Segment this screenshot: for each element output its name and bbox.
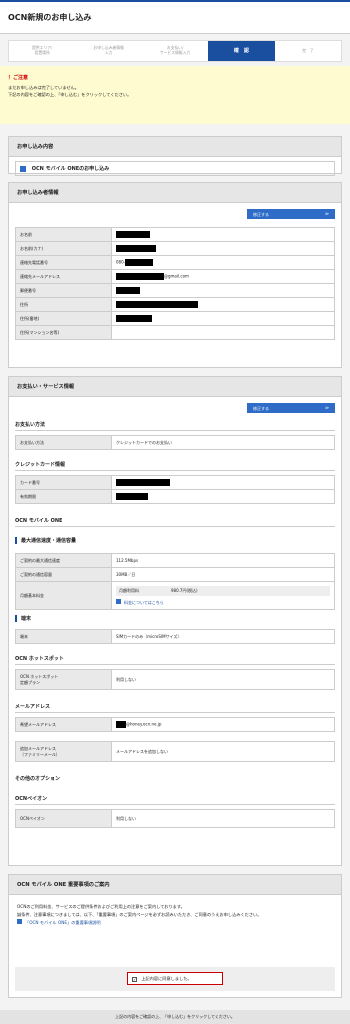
device-title: 端末: [15, 615, 335, 622]
payment-panel: お支払い・サービス情報 修正する ≫ お支払い方法 お支払い方法 クレジットカード…: [8, 376, 342, 866]
redacted-block: [116, 245, 156, 252]
hotspot-table: OCN ホットスポット 定額プラン 利用しない: [15, 669, 335, 690]
redacted-block: [116, 301, 198, 308]
redacted-block: [125, 259, 154, 266]
redacted-block: [116, 287, 140, 294]
mail-table: 希望メールアドレス @honey.ocn.ne.jp: [15, 717, 335, 732]
edit-applicant-button[interactable]: 修正する ≫: [247, 209, 335, 219]
table-row: 月額基本料金 月額利用料 980.7円(税込) 料金についてはこちら: [15, 581, 335, 610]
payon-title: OCNペイオン: [15, 795, 335, 805]
step-complete: 完 了: [302, 47, 314, 53]
redacted-block: [116, 493, 148, 500]
redacted-block: [116, 721, 126, 728]
payment-heading: お支払い・サービス情報: [9, 377, 341, 397]
edit-label: 修正する: [253, 212, 269, 217]
table-row: 連絡先電話番号 080-: [15, 255, 335, 270]
order-item: OCN モバイル ONEのお申し込み: [15, 161, 335, 176]
applicant-panel: お申し込み者情報 修正する ≫ お名前 お名前(カナ) 連絡先電話番号 080- …: [8, 182, 342, 368]
step-applicant: お申し込み者情報 入力: [93, 45, 124, 55]
step-payment: お支払い/ サービス情報入力: [159, 45, 191, 55]
edit-payment-button[interactable]: 修正する ≫: [247, 403, 335, 413]
card-table: カード番号 有効期限: [15, 475, 335, 504]
order-heading: お申し込み内容: [9, 137, 341, 157]
ocn-title: OCN モバイル ONE: [15, 517, 335, 527]
applicant-table: お名前 お名前(カナ) 連絡先電話番号 080- 連絡先メールアドレス @gmail…: [15, 227, 335, 340]
important-link[interactable]: 「OCN モバイル ONE」の重要事項説明: [25, 920, 101, 925]
important-heading: OCN モバイル ONE 重要事項のご案内: [9, 875, 341, 895]
device-table: 端末 SIMカードのみ（microSIMサイズ）: [15, 629, 335, 644]
table-row: ご契約の最大通信速度 112.5Mbps: [15, 553, 335, 568]
table-row: 有効期限: [15, 489, 335, 504]
notice-line2: 下記の内容をご確認の上、「申し込む」をクリックしてください。: [8, 91, 132, 97]
link-arrow-icon: [116, 598, 121, 604]
applicant-heading: お申し込み者情報: [9, 183, 341, 203]
page-title: OCN新規のお申し込み: [8, 13, 92, 22]
agree-checkbox[interactable]: ✓: [132, 976, 137, 982]
table-row: 端末 SIMカードのみ（microSIMサイズ）: [15, 629, 335, 644]
order-item-label: OCN モバイル ONEのお申し込み: [31, 166, 110, 172]
other-title: その他のオプション: [15, 776, 61, 782]
mail-title: メールアドレス: [15, 703, 335, 713]
chevron-right-icon: ≫: [324, 211, 329, 216]
notice-line1: まだお申し込みは完了していません。: [8, 85, 79, 90]
table-row: 住所: [15, 297, 335, 312]
edit-label: 修正する: [253, 406, 269, 411]
table-row: 連絡先メールアドレス @gmail.com: [15, 269, 335, 284]
table-row: カード番号: [15, 475, 335, 490]
table-row: OCNペイオン 利用しない: [15, 809, 335, 828]
redacted-block: [116, 273, 164, 280]
link-arrow-icon: [17, 918, 22, 924]
notice-title: ！ご注意: [8, 75, 29, 81]
hotspot-title: OCN ホットスポット: [15, 655, 335, 665]
redacted-block: [116, 231, 150, 238]
table-row: 住所(番地): [15, 311, 335, 326]
table-row: お名前(カナ): [15, 241, 335, 256]
table-row: 郵便番号: [15, 283, 335, 298]
notice-box: ！ご注意 まだお申し込みは完了していません。 下記の内容をご確認の上、「申し込む…: [0, 66, 350, 124]
redacted-block: [116, 315, 152, 322]
table-row: お支払い方法 クレジットカードでのお支払い: [15, 435, 335, 450]
table-row: 住所(マンション名等): [15, 325, 335, 340]
agree-area: ✓ 上記内容に同意しました。: [15, 967, 335, 991]
important-line1: OCNのご利用料金、サービスのご提供条件およびご利用上の注意をご案内しております…: [17, 904, 185, 909]
speed-table: ご契約の最大通信速度 112.5Mbps ご契約の通信容量 30MB／日 月額基本料…: [15, 553, 335, 610]
card-title: クレジットカード情報: [15, 461, 335, 471]
chevron-right-icon: ≫: [324, 405, 329, 410]
progress-steps: 提供エリア/ 設置場所 お申し込み者情報 入力 お支払い/ サービス情報入力 確…: [8, 40, 342, 62]
step-area: 提供エリア/ 設置場所: [32, 45, 53, 55]
table-row: 追加メールアドレス （ファミリーメール） メールアドレスを追加しない: [15, 741, 335, 762]
table-row: ご契約の通信容量 30MB／日: [15, 567, 335, 582]
bottom-instruction: 上記の内容をご確認の上、「申し込む」をクリックしてください。: [0, 1010, 350, 1024]
important-panel: OCN モバイル ONE 重要事項のご案内 OCNのご利用料金、サービスのご提供…: [8, 874, 342, 998]
mail-add-table: 追加メールアドレス （ファミリーメール） メールアドレスを追加しない: [15, 741, 335, 762]
redacted-block: [116, 479, 170, 486]
step-confirm: 確 認: [208, 41, 275, 61]
table-row: 希望メールアドレス @honey.ocn.ne.jp: [15, 717, 335, 732]
agree-checkbox-label[interactable]: ✓ 上記内容に同意しました。: [127, 972, 223, 985]
order-panel: お申し込み内容 OCN モバイル ONEのお申し込み: [8, 136, 342, 176]
payment-method-table: お支払い方法 クレジットカードでのお支払い: [15, 435, 335, 450]
speed-title: 最大通信速度・通信容量: [15, 537, 335, 544]
important-line2: 誠条件、注意事項につきましては、以下、「重要事項」のご案内ページを必ずお読みいた…: [17, 911, 262, 917]
payon-table: OCNペイオン 利用しない: [15, 809, 335, 828]
table-row: OCN ホットスポット 定額プラン 利用しない: [15, 669, 335, 690]
page-header: OCN新規のお申し込み: [0, 0, 350, 34]
table-row: お名前: [15, 227, 335, 242]
payment-method-title: お支払い方法: [15, 421, 335, 431]
checkbox-icon: [20, 165, 26, 172]
fee-link[interactable]: 料金についてはこちら: [124, 600, 164, 605]
